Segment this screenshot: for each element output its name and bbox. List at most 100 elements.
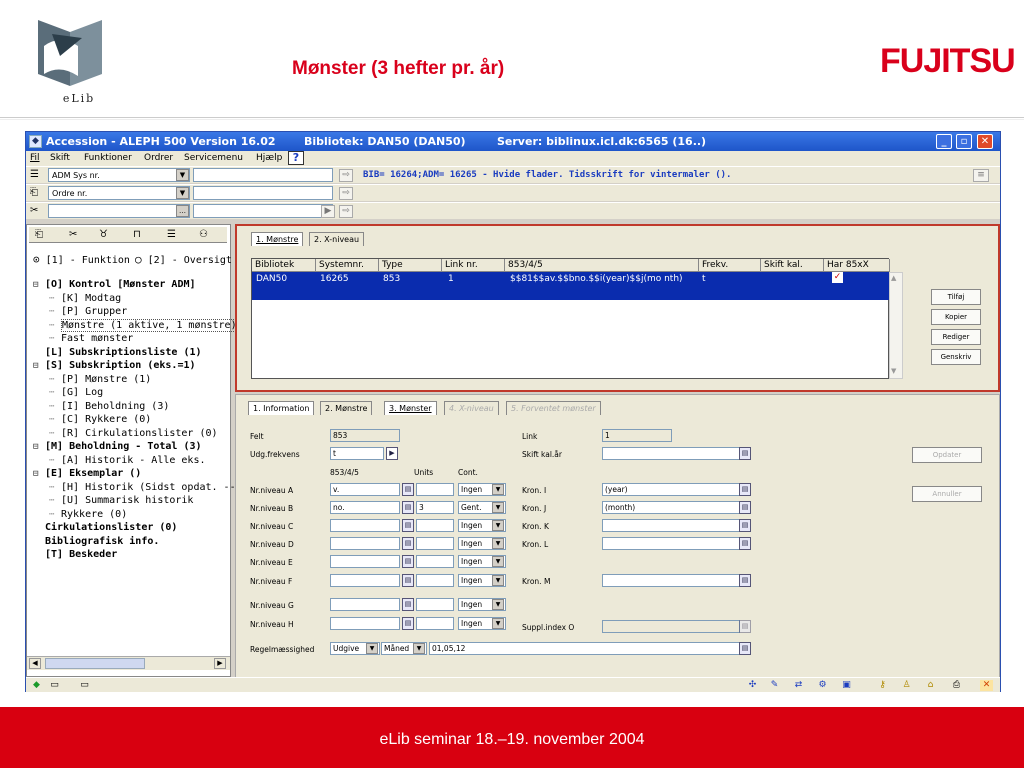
window-icon[interactable]: ▭ <box>48 680 61 691</box>
edit-doc-icon[interactable]: ▤ <box>739 501 751 514</box>
add-button[interactable]: Tilføj <box>931 289 981 305</box>
tree-item[interactable]: ┄ [H] Historik (Sidst opdat. ----- <box>49 482 254 493</box>
go-arrow-icon[interactable]: ⇨ <box>339 169 353 182</box>
chevron-down-icon[interactable]: ▼ <box>492 618 504 629</box>
tree-item[interactable]: ⊟ [E] Eksemplar () <box>33 468 141 479</box>
edit-doc-icon[interactable]: ▤ <box>402 617 414 630</box>
printer-icon[interactable]: ⎙ <box>950 680 963 691</box>
tree-item[interactable]: ┄ [P] Mønstre (1) <box>49 374 151 385</box>
horizontal-scrollbar[interactable]: ◀ ▶ <box>27 656 230 670</box>
scroll-right-icon[interactable]: ▶ <box>214 658 226 669</box>
level-units-field[interactable] <box>416 519 454 532</box>
binoculars-icon[interactable]: ⚇ <box>199 229 208 240</box>
index-combo-3[interactable] <box>48 204 190 218</box>
chevron-down-icon[interactable]: ▼ <box>176 187 189 199</box>
minimize-button[interactable]: _ <box>936 134 952 149</box>
level-value-field[interactable] <box>330 555 400 568</box>
collapse-icon[interactable]: ⊟ <box>33 442 45 452</box>
kron-field[interactable] <box>602 574 740 587</box>
edit-doc-icon[interactable]: ▤ <box>402 537 414 550</box>
edit-doc-icon[interactable]: ▤ <box>402 501 414 514</box>
tree-item[interactable]: ⊟ [M] Beholdning - Total (3) <box>33 441 202 452</box>
tree-item[interactable]: ⊟ [S] Subskription (eks.=1) <box>33 360 196 371</box>
green-diamond-icon[interactable]: ◆ <box>30 680 43 691</box>
collapse-icon[interactable]: ⊟ <box>33 280 45 290</box>
level-units-field[interactable] <box>416 483 454 496</box>
tool-icon[interactable]: ⚙ <box>816 680 829 691</box>
level-units-field[interactable] <box>416 598 454 611</box>
menu-file[interactable]: Fil <box>30 153 40 163</box>
tree-item[interactable]: ┄ [R] Cirkulationslister (0) <box>49 428 218 439</box>
scroll-down-icon[interactable]: ▼ <box>891 367 896 375</box>
level-value-field[interactable] <box>330 537 400 550</box>
level-value-field[interactable] <box>330 617 400 630</box>
close-button[interactable]: ✕ <box>977 134 993 149</box>
chevron-down-icon[interactable]: ▼ <box>413 643 425 654</box>
level-units-field[interactable] <box>416 617 454 630</box>
chevron-down-icon[interactable]: ▼ <box>176 169 189 181</box>
kron-field[interactable] <box>602 537 740 550</box>
scroll-left-icon[interactable]: ◀ <box>29 658 41 669</box>
menu-help[interactable]: Hjælp <box>256 153 282 163</box>
kron-field[interactable] <box>602 519 740 532</box>
col-header[interactable]: Link nr. <box>442 259 505 272</box>
radio-oversigt[interactable]: ○ [2] - Oversigt <box>135 253 232 266</box>
key-icon[interactable]: ⚷ <box>876 680 889 691</box>
tree-item[interactable]: Bibliografisk info. <box>33 536 159 547</box>
level-units-field[interactable]: 3 <box>416 501 454 514</box>
collapse-icon[interactable]: ⊟ <box>33 361 45 371</box>
level-value-field[interactable] <box>330 519 400 532</box>
tree-item[interactable]: [L] Subskriptionsliste (1) <box>33 347 202 358</box>
edit-button[interactable]: Rediger <box>931 329 981 345</box>
maximize-button[interactable]: ▫ <box>956 134 972 149</box>
edit-doc-icon[interactable]: ▤ <box>739 483 751 496</box>
tree-item[interactable]: ┄ [C] Rykkere (0) <box>49 414 151 425</box>
col-header[interactable]: Skift kal. <box>761 259 824 272</box>
chevron-down-icon[interactable]: ▼ <box>492 538 504 549</box>
col-header[interactable]: Frekv. <box>699 259 761 272</box>
level-value-field[interactable] <box>330 574 400 587</box>
close-icon[interactable]: ✕ <box>980 680 993 691</box>
tree-item[interactable]: ┄ [I] Beholdning (3) <box>49 401 169 412</box>
list-icon[interactable]: ☰ <box>167 229 176 240</box>
tree-item[interactable]: ┄ [P] Grupper <box>49 306 127 317</box>
go-arrow-icon[interactable]: ⇨ <box>339 205 353 218</box>
level-units-field[interactable] <box>416 574 454 587</box>
tab-information[interactable]: 1. Information <box>248 401 315 415</box>
tab-moenster[interactable]: 3. Mønster <box>384 401 437 415</box>
tree-item[interactable]: ⊟ [O] Kontrol [Mønster ADM] <box>33 279 196 290</box>
tree-item[interactable]: Cirkulationslister (0) <box>33 522 177 533</box>
tree-item[interactable]: ┄ Rykkere (0) <box>49 509 127 520</box>
level-units-field[interactable] <box>416 555 454 568</box>
vertical-scrollbar[interactable]: ▲ ▼ <box>889 272 903 379</box>
home-icon[interactable]: ⌂ <box>924 680 937 691</box>
tree-item[interactable]: ┄ [U] Summarisk historik <box>49 495 193 506</box>
level-value-field[interactable]: no. <box>330 501 400 514</box>
order-icon[interactable]: ⎗ <box>35 229 43 240</box>
chevron-down-icon[interactable]: ▼ <box>492 502 504 513</box>
kron-field[interactable]: (year) <box>602 483 740 496</box>
checkbox-har85xx[interactable]: ✓ <box>832 272 843 283</box>
cup-icon[interactable]: ♉ <box>99 229 108 240</box>
edit-doc-icon[interactable]: ▤ <box>402 598 414 611</box>
col-header[interactable]: Bibliotek <box>252 259 316 272</box>
index-combo-2[interactable]: Ordre nr. <box>48 186 190 200</box>
edit-doc-icon[interactable]: ▤ <box>402 574 414 587</box>
chevron-down-icon[interactable]: ▼ <box>492 575 504 586</box>
edit-doc-icon[interactable]: ▤ <box>739 519 751 532</box>
scroll-up-icon[interactable]: ▲ <box>891 274 896 282</box>
go-arrow-icon[interactable]: ⇨ <box>339 187 353 200</box>
tree-item[interactable]: ┄ [A] Historik - Alle eks. <box>49 455 206 466</box>
table-row[interactable]: DAN50 16265 853 1 $$81$$av.$$bno.$$i(yea… <box>252 272 890 300</box>
edit-doc-icon[interactable]: ▤ <box>402 483 414 496</box>
col-header[interactable]: Type <box>379 259 442 272</box>
menu-funktioner[interactable]: Funktioner <box>84 153 132 163</box>
chevron-down-icon[interactable]: ▼ <box>492 599 504 610</box>
chevron-down-icon[interactable]: ▼ <box>492 520 504 531</box>
rewrite-button[interactable]: Genskriv <box>931 349 981 365</box>
tree-item[interactable]: [T] Beskeder <box>33 549 117 560</box>
col-header[interactable]: Systemnr. <box>316 259 379 272</box>
col-header[interactable]: Har 85xX <box>824 259 890 272</box>
udg-frekvens-field[interactable]: t <box>330 447 384 460</box>
copy-button[interactable]: Kopier <box>931 309 981 325</box>
